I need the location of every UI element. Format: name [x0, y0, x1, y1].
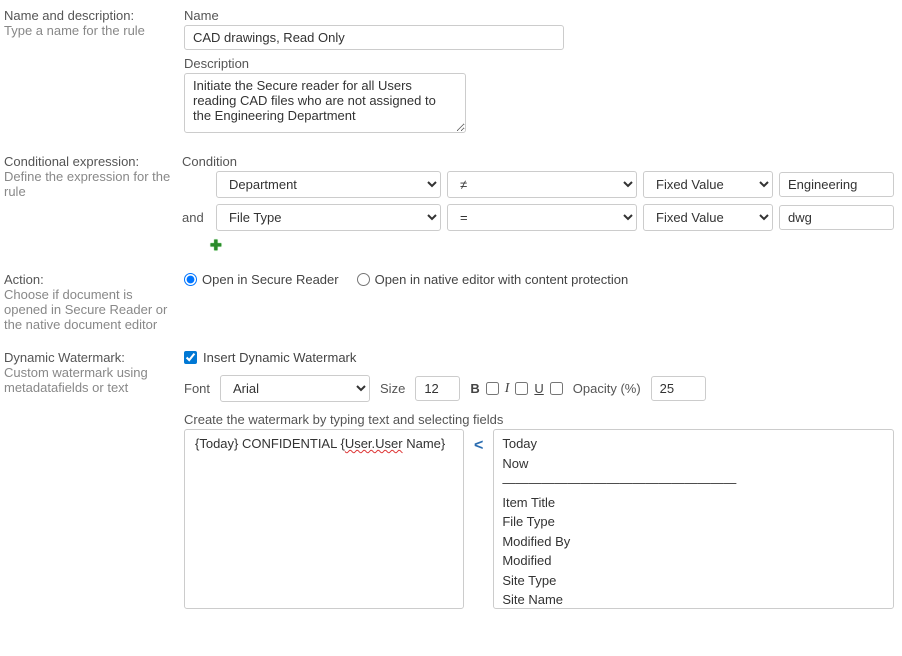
operator-select[interactable]: = [447, 204, 637, 231]
list-item[interactable]: Modified By [502, 532, 885, 552]
list-item[interactable]: Site Name [502, 590, 885, 609]
section-title: Action: [4, 272, 174, 287]
radio-input[interactable] [357, 273, 370, 286]
condition-row: and File Type = Fixed Value [182, 204, 894, 231]
add-condition-icon[interactable]: ✚ [210, 237, 894, 254]
radio-native-editor[interactable]: Open in native editor with content prote… [357, 272, 629, 287]
value-type-select[interactable]: Fixed Value [643, 204, 773, 231]
section-action: Action: Choose if document is opened in … [4, 272, 894, 332]
italic-checkbox[interactable] [515, 382, 528, 395]
list-item[interactable]: Modified [502, 551, 885, 571]
radio-secure-reader[interactable]: Open in Secure Reader [184, 272, 339, 287]
list-item[interactable]: Item Title [502, 493, 885, 513]
condition-row: Department ≠ Fixed Value [182, 171, 894, 198]
value-input[interactable] [779, 172, 894, 197]
size-input[interactable] [415, 376, 460, 401]
section-subtitle: Type a name for the rule [4, 23, 174, 38]
bold-checkbox[interactable] [486, 382, 499, 395]
section-name-description: Name and description: Type a name for th… [4, 8, 894, 136]
watermark-instruct-label: Create the watermark by typing text and … [184, 412, 894, 427]
list-item[interactable]: Today [502, 434, 885, 454]
insert-watermark-label: Insert Dynamic Watermark [203, 350, 356, 365]
name-input[interactable] [184, 25, 564, 50]
font-select[interactable]: Arial [220, 375, 370, 402]
section-subtitle: Custom watermark using metadatafields or… [4, 365, 174, 395]
size-label: Size [380, 381, 405, 396]
section-title: Dynamic Watermark: [4, 350, 174, 365]
section-subtitle: Define the expression for the rule [4, 169, 172, 199]
value-type-select[interactable]: Fixed Value [643, 171, 773, 198]
underline-checkbox[interactable] [550, 382, 563, 395]
condition-label: Condition [182, 154, 894, 169]
insert-field-button[interactable]: < [470, 437, 487, 455]
description-input[interactable]: Initiate the Secure reader for all Users… [184, 73, 466, 133]
attribute-select[interactable]: Department [216, 171, 441, 198]
name-label: Name [184, 8, 894, 23]
attribute-select[interactable]: File Type [216, 204, 441, 231]
value-input[interactable] [779, 205, 894, 230]
list-item[interactable]: Now [502, 454, 885, 474]
opacity-label: Opacity (%) [573, 381, 641, 396]
watermark-text-input[interactable]: {Today} CONFIDENTIAL {User.User Name} [184, 429, 464, 609]
list-item[interactable]: File Type [502, 512, 885, 532]
and-label: and [182, 210, 210, 225]
underline-label: U [534, 381, 543, 396]
bold-label: B [470, 381, 479, 396]
radio-input[interactable] [184, 273, 197, 286]
list-divider: —————————————————— [502, 473, 885, 493]
description-label: Description [184, 56, 894, 71]
section-subtitle: Choose if document is opened in Secure R… [4, 287, 174, 332]
field-list[interactable]: Today Now —————————————————— Item Title … [493, 429, 894, 609]
section-title: Conditional expression: [4, 154, 172, 169]
section-conditional: Conditional expression: Define the expre… [4, 154, 894, 254]
section-watermark: Dynamic Watermark: Custom watermark usin… [4, 350, 894, 609]
radio-label: Open in native editor with content prote… [375, 272, 629, 287]
list-item[interactable]: Site Type [502, 571, 885, 591]
insert-watermark-checkbox[interactable] [184, 351, 197, 364]
operator-select[interactable]: ≠ [447, 171, 637, 198]
font-label: Font [184, 381, 210, 396]
radio-label: Open in Secure Reader [202, 272, 339, 287]
italic-label: I [505, 381, 510, 397]
opacity-input[interactable] [651, 376, 706, 401]
section-title: Name and description: [4, 8, 174, 23]
